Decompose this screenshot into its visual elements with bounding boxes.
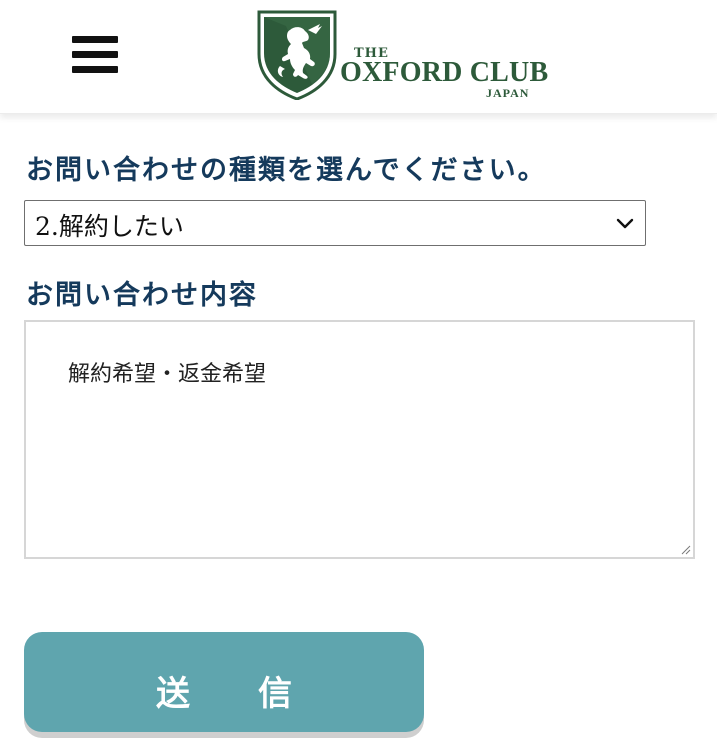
inquiry-content-label: お問い合わせ内容 xyxy=(26,280,258,311)
logo-region-text: JAPAN xyxy=(486,86,530,100)
inquiry-content-textarea[interactable]: 解約希望・返金希望 xyxy=(24,320,695,559)
lion-crest-icon xyxy=(257,10,337,100)
inquiry-type-selected-value: 2.解約したい xyxy=(35,212,184,241)
submit-button-label: 送 信 xyxy=(156,674,292,714)
chevron-down-icon xyxy=(616,218,634,229)
menu-bar xyxy=(72,51,118,58)
inquiry-type-select[interactable]: 2.解約したい xyxy=(24,200,646,246)
menu-bar xyxy=(72,36,118,43)
inquiry-content-text: 解約希望・返金希望 xyxy=(68,362,267,387)
logo-brand-name: OXFORD CLUB xyxy=(340,57,549,88)
inquiry-type-label: お問い合わせの種類を選んでください。 xyxy=(26,155,547,186)
site-logo[interactable]: THE OXFORD CLUB JAPAN xyxy=(256,6,549,106)
resize-grip-icon[interactable] xyxy=(681,545,691,555)
menu-bar xyxy=(72,66,118,73)
hamburger-menu-icon[interactable] xyxy=(72,34,118,76)
submit-button[interactable]: 送 信 xyxy=(24,632,424,732)
site-header: THE OXFORD CLUB JAPAN xyxy=(0,0,717,114)
